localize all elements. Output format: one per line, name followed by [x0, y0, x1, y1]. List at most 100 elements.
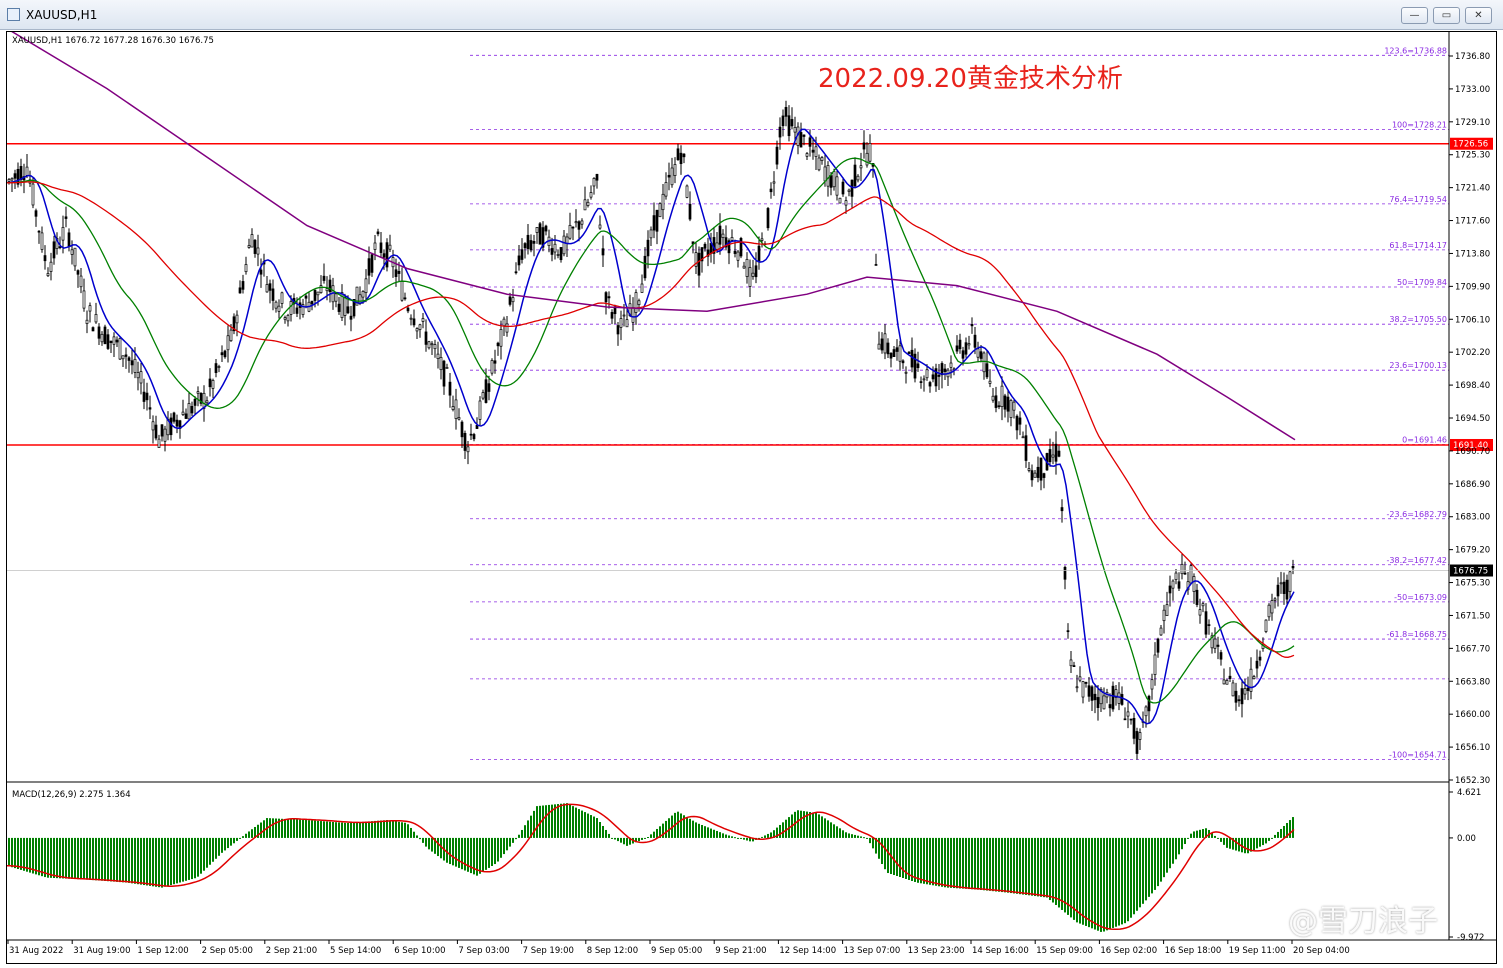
candle-body	[1039, 457, 1043, 481]
macd-histogram-bar	[92, 837, 94, 881]
candle-body	[604, 292, 608, 303]
macd-histogram-bar	[812, 812, 814, 838]
macd-histogram-bar	[11, 837, 13, 868]
candle-body	[160, 424, 164, 437]
price-axis-label: 1660.00	[1455, 710, 1490, 720]
macd-histogram-bar	[1004, 837, 1006, 893]
macd-histogram-bar	[209, 837, 211, 865]
candle-body	[118, 338, 122, 360]
candle-body	[493, 360, 497, 364]
macd-histogram-bar	[698, 823, 700, 838]
macd-histogram-bar	[1271, 837, 1273, 839]
macd-histogram-bar	[449, 837, 451, 865]
candle-body	[667, 174, 671, 178]
candle-body	[661, 193, 665, 211]
candle-body	[565, 236, 569, 244]
candle-body	[907, 351, 911, 354]
candle-body	[880, 338, 884, 351]
macd-histogram-bar	[350, 822, 352, 838]
price-chart[interactable]: 123.6=1736.88 100=1728.21 76.4=1719.54 61.8…	[6, 27, 1496, 963]
macd-histogram-bar	[710, 828, 712, 838]
price-axis-label: 1698.40	[1455, 381, 1490, 391]
candle-body	[289, 301, 293, 315]
macd-histogram-bar	[1283, 825, 1285, 838]
close-button[interactable]: ✕	[1465, 7, 1492, 24]
candle-body	[1060, 507, 1064, 512]
macd-histogram-bar	[1247, 837, 1249, 854]
candle-body	[814, 146, 818, 157]
macd-histogram-bar	[1259, 837, 1261, 847]
minimize-button[interactable]: —	[1401, 7, 1428, 24]
candle-body	[325, 288, 329, 292]
candle-body	[256, 247, 260, 255]
macd-histogram-bar	[1007, 837, 1009, 893]
candle-body	[634, 292, 638, 313]
candle-body	[466, 446, 470, 453]
candle-body	[787, 115, 791, 137]
candle-body	[964, 342, 968, 355]
macd-histogram-bar	[962, 837, 964, 889]
candle-body	[91, 327, 95, 332]
macd-histogram-bar	[1088, 837, 1090, 928]
macd-histogram-bar	[401, 822, 403, 838]
candle-body	[1069, 659, 1073, 667]
candle-body	[550, 248, 554, 255]
candle-body	[124, 354, 128, 357]
candle-body	[874, 264, 878, 266]
macd-histogram-bar	[377, 820, 379, 838]
candle-body	[589, 192, 593, 198]
candle-body	[1000, 385, 1004, 408]
candle-body	[34, 210, 38, 217]
price-axis-label: 1733.00	[1455, 85, 1490, 95]
macd-histogram-bar	[941, 837, 943, 887]
candle-body	[892, 349, 896, 358]
macd-histogram-bar	[227, 837, 229, 849]
candle-body	[583, 199, 587, 211]
restore-button[interactable]: ▭	[1433, 7, 1460, 24]
macd-histogram-bar	[1217, 837, 1219, 839]
macd-histogram-bar	[407, 824, 409, 838]
macd-histogram-bar	[1229, 837, 1231, 849]
macd-histogram-bar	[731, 836, 733, 838]
macd-histogram-bar	[1274, 834, 1276, 838]
macd-histogram-bar	[977, 837, 979, 890]
candle-body	[472, 434, 476, 440]
macd-histogram-bar	[482, 837, 484, 872]
macd-histogram-bar	[488, 837, 490, 868]
macd-axis-label: 0.00	[1457, 834, 1476, 844]
macd-histogram-bar	[152, 837, 154, 887]
candle-body	[523, 243, 527, 249]
fib-level-label: -38.2=1677.42	[1387, 556, 1447, 565]
candle-body	[652, 215, 656, 231]
candle-body	[985, 363, 989, 378]
macd-histogram-bar	[86, 837, 88, 880]
macd-histogram-bar	[971, 837, 973, 890]
candle-body	[982, 352, 986, 373]
time-axis-label: 7 Sep 03:00	[458, 946, 509, 956]
macd-histogram-bar	[494, 837, 496, 865]
macd-histogram-bar	[122, 837, 124, 883]
macd-histogram-bar	[1100, 837, 1102, 932]
candle-body	[1219, 652, 1223, 660]
macd-histogram-bar	[989, 837, 991, 891]
chart-area[interactable]: 123.6=1736.88 100=1728.21 76.4=1719.54 61.8…	[6, 27, 1497, 964]
candle-body	[1090, 686, 1094, 701]
macd-histogram-bar	[1046, 837, 1048, 898]
candle-body	[883, 333, 887, 354]
candle-body	[1009, 400, 1013, 418]
macd-histogram-bar	[35, 837, 37, 875]
macd-histogram-bar	[809, 812, 811, 838]
macd-histogram-bar	[1184, 837, 1186, 845]
macd-histogram-bar	[947, 837, 949, 888]
candle-body	[235, 314, 239, 324]
macd-histogram-bar	[236, 837, 238, 841]
macd-histogram-bar	[83, 837, 85, 880]
candle-body	[1024, 435, 1028, 461]
macd-histogram-bar	[368, 821, 370, 838]
time-axis-label: 7 Sep 19:00	[523, 946, 574, 956]
price-axis-label: 1652.30	[1455, 776, 1490, 786]
candle-body	[640, 283, 644, 293]
candle-body	[313, 289, 317, 301]
macd-histogram-bar	[620, 837, 622, 843]
candle-body	[622, 314, 626, 317]
